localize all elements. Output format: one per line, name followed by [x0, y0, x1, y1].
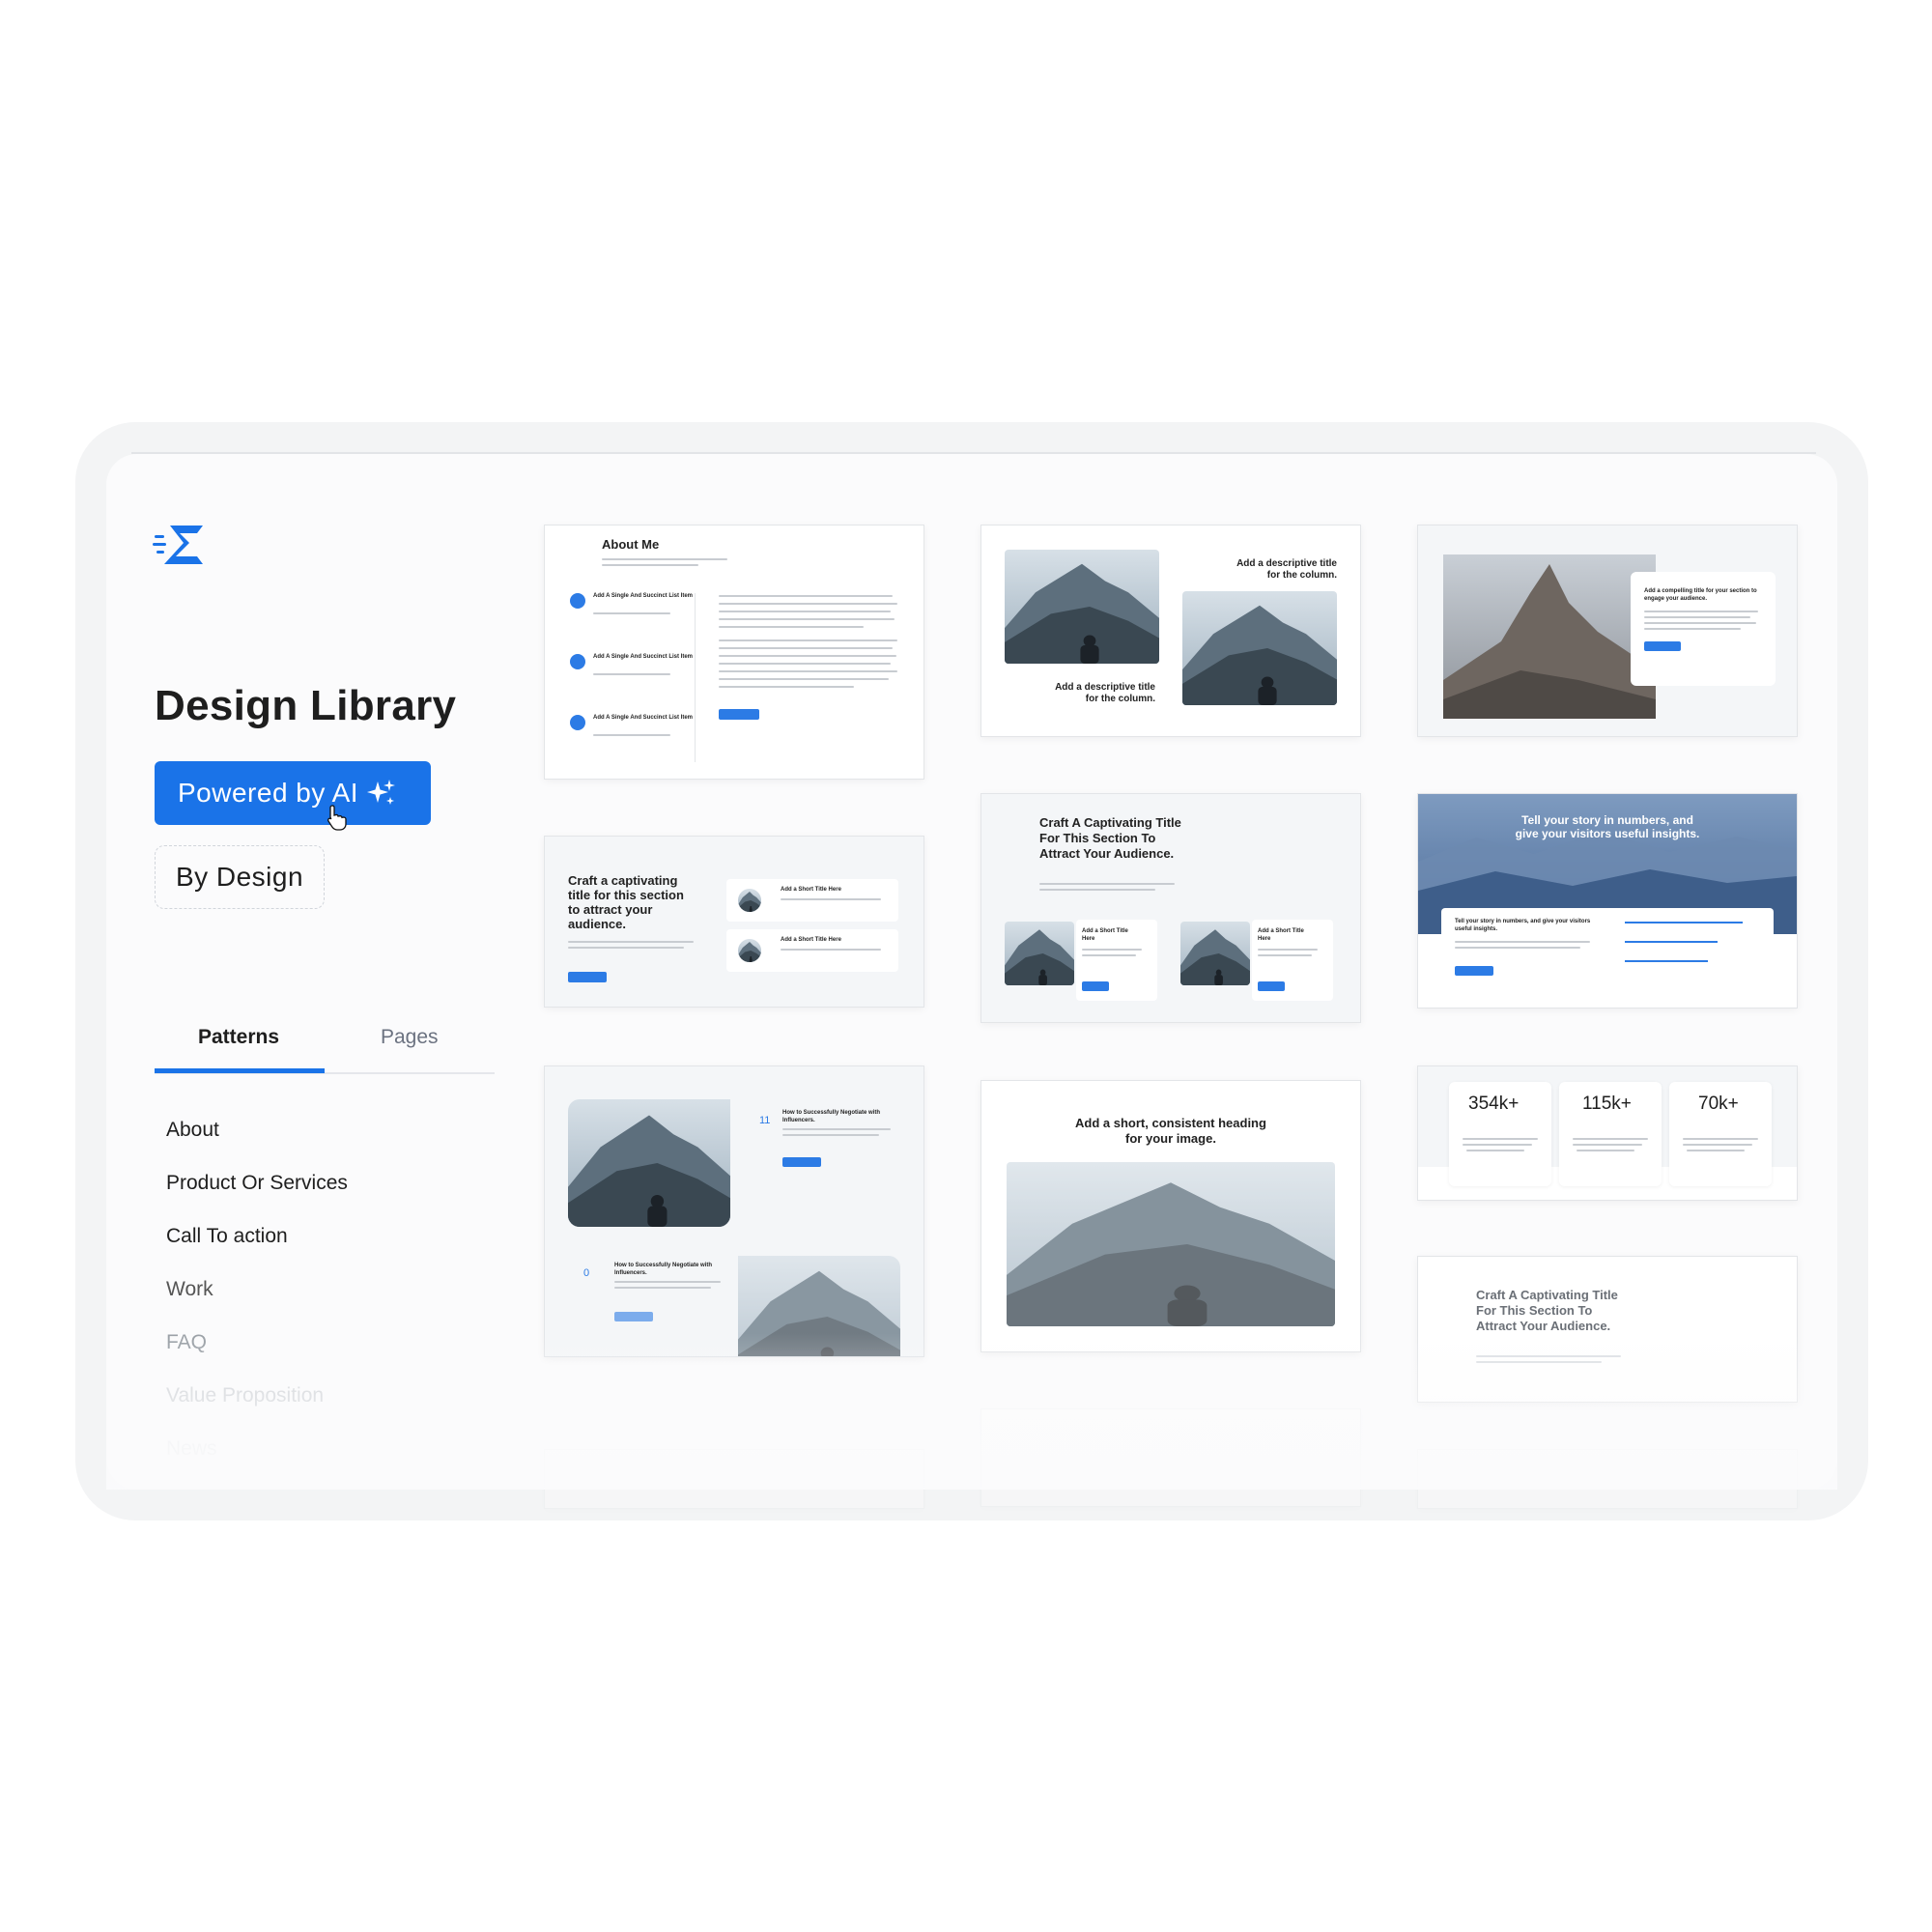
pattern-card-image-heading[interactable]: Add a short, consistent heading for your…	[980, 1080, 1361, 1352]
category-news[interactable]: News	[166, 1437, 217, 1461]
card-title: Add a compelling title for your section …	[1644, 588, 1757, 602]
category-call-to-action[interactable]: Call To action	[166, 1225, 288, 1248]
list-dot	[570, 715, 585, 730]
tab-patterns[interactable]: Patterns	[198, 1026, 279, 1049]
powered-by-ai-button[interactable]: Powered by AI	[155, 761, 431, 825]
pattern-card-cta-list[interactable]: Craft a captivating title for this secti…	[544, 836, 924, 1008]
column-title: Add a descriptive title for the column.	[1236, 558, 1337, 581]
list-item: Add a Short Title Here	[1082, 928, 1128, 942]
pattern-card-services[interactable]: Craft A Captivating Title For This Secti…	[980, 793, 1361, 1023]
pattern-card-blog[interactable]: 11 How to Successfully Negotiate with In…	[544, 1065, 924, 1357]
category-faq[interactable]: FAQ	[166, 1331, 207, 1354]
card-title: Tell your story in numbers, and give you…	[1515, 813, 1700, 840]
pattern-card-feature-image[interactable]: Add a compelling title for your section …	[1417, 525, 1798, 737]
card-title: Craft A Captivating Title For This Secti…	[1476, 1288, 1618, 1333]
category-work[interactable]: Work	[166, 1278, 213, 1301]
pattern-card-columns[interactable]: Add a descriptive title for the column. …	[980, 525, 1361, 737]
pattern-card-faded[interactable]	[1417, 1449, 1798, 1509]
top-divider	[131, 452, 1816, 454]
card-title: Add a short, consistent heading for your…	[1075, 1116, 1266, 1146]
sparkle-icon	[367, 780, 396, 805]
list-item: Add A Single And Succinct List Item	[593, 654, 694, 660]
card-subtitle: Tell your story in numbers, and give you…	[1455, 919, 1591, 932]
pattern-card-story[interactable]: Tell your story in numbers, and give you…	[1417, 793, 1798, 1009]
pointer-cursor-icon	[327, 805, 347, 831]
page-title: Design Library	[155, 682, 457, 729]
card-title: Craft A Captivating Title For This Secti…	[1039, 815, 1181, 861]
post-title: How to Successfully Negotiate with Influ…	[782, 1110, 881, 1123]
stat-value: 70k+	[1698, 1094, 1739, 1114]
stat-value: 115k+	[1582, 1094, 1632, 1114]
list-item: Add a Short Title Here	[1258, 928, 1304, 942]
post-date: 0	[583, 1267, 590, 1279]
list-item: Add A Single And Succinct List Item	[593, 593, 694, 599]
pattern-card-faded[interactable]	[980, 1408, 1361, 1507]
post-title: How to Successfully Negotiate with Influ…	[614, 1263, 713, 1276]
column-title: Add a descriptive title for the column.	[1055, 682, 1155, 704]
pattern-card-faded[interactable]	[544, 1449, 924, 1509]
by-design-button[interactable]: By Design	[155, 845, 325, 909]
list-item: Add a Short Title Here	[781, 937, 841, 943]
card-title: Craft a captivating title for this secti…	[568, 873, 684, 931]
list-dot	[570, 654, 585, 669]
pattern-card-about-me[interactable]: About Me Add A Single And Succinct List …	[544, 525, 924, 780]
logo-icon	[153, 522, 211, 568]
list-item: Add A Single And Succinct List Item	[593, 715, 694, 721]
category-value-proposition[interactable]: Value Proposition	[166, 1384, 324, 1407]
stat-value: 354k+	[1468, 1094, 1520, 1114]
pattern-card-stats[interactable]: 354k+ 115k+ 70k+	[1417, 1065, 1798, 1201]
tab-pages[interactable]: Pages	[381, 1026, 439, 1049]
pattern-card-heading[interactable]: Craft A Captivating Title For This Secti…	[1417, 1256, 1798, 1403]
list-dot	[570, 593, 585, 609]
category-about[interactable]: About	[166, 1119, 219, 1142]
card-title: About Me	[602, 537, 660, 552]
list-item: Add a Short Title Here	[781, 887, 841, 893]
category-product-or-services[interactable]: Product Or Services	[166, 1172, 348, 1195]
post-date: 11	[759, 1115, 771, 1126]
tab-active-indicator	[155, 1068, 325, 1073]
